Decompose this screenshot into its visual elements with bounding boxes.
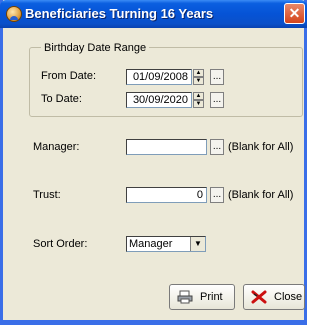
from-date-label: From Date: bbox=[41, 70, 97, 82]
manager-label: Manager: bbox=[33, 141, 80, 153]
trust-hint: (Blank for All) bbox=[228, 189, 294, 201]
sort-order-select[interactable]: Manager ▼ bbox=[126, 236, 206, 252]
spin-up-icon[interactable]: ▲ bbox=[193, 69, 204, 77]
from-date-picker-button[interactable]: ... bbox=[210, 69, 224, 85]
to-date-spinner[interactable]: ▲ ▼ bbox=[193, 92, 204, 108]
manager-picker-button[interactable]: ... bbox=[210, 139, 224, 155]
from-date-field[interactable]: 01/09/2008 bbox=[126, 69, 192, 85]
spin-up-icon[interactable]: ▲ bbox=[193, 92, 204, 100]
sort-order-label: Sort Order: bbox=[33, 238, 88, 250]
spin-down-icon[interactable]: ▼ bbox=[193, 100, 204, 108]
to-date-label: To Date: bbox=[41, 93, 82, 105]
chevron-down-icon[interactable]: ▼ bbox=[190, 237, 205, 251]
window-close-button[interactable]: ✕ bbox=[284, 3, 305, 24]
close-button[interactable]: Close bbox=[243, 284, 305, 310]
window-title: Beneficiaries Turning 16 Years bbox=[25, 6, 214, 21]
to-date-field[interactable]: 30/09/2020 bbox=[126, 92, 192, 108]
dialog-window: Beneficiaries Turning 16 Years ✕ Birthda… bbox=[0, 0, 307, 325]
x-icon bbox=[251, 290, 267, 304]
trust-picker-button[interactable]: ... bbox=[210, 187, 224, 203]
sort-order-value: Manager bbox=[129, 238, 173, 250]
window-bottom-border bbox=[3, 320, 304, 322]
to-date-picker-button[interactable]: ... bbox=[210, 92, 224, 108]
title-bar[interactable]: Beneficiaries Turning 16 Years ✕ bbox=[0, 0, 307, 28]
print-button[interactable]: Print bbox=[169, 284, 235, 310]
trust-field[interactable]: 0 bbox=[126, 187, 207, 203]
manager-field[interactable] bbox=[126, 139, 207, 155]
manager-hint: (Blank for All) bbox=[228, 141, 294, 153]
spin-down-icon[interactable]: ▼ bbox=[193, 77, 204, 85]
printer-icon bbox=[177, 290, 193, 304]
person-icon bbox=[6, 6, 22, 22]
from-date-spinner[interactable]: ▲ ▼ bbox=[193, 69, 204, 85]
birthday-date-range-label: Birthday Date Range bbox=[41, 42, 150, 54]
print-button-label: Print bbox=[200, 291, 223, 303]
close-button-label: Close bbox=[274, 291, 303, 303]
trust-label: Trust: bbox=[33, 189, 61, 201]
